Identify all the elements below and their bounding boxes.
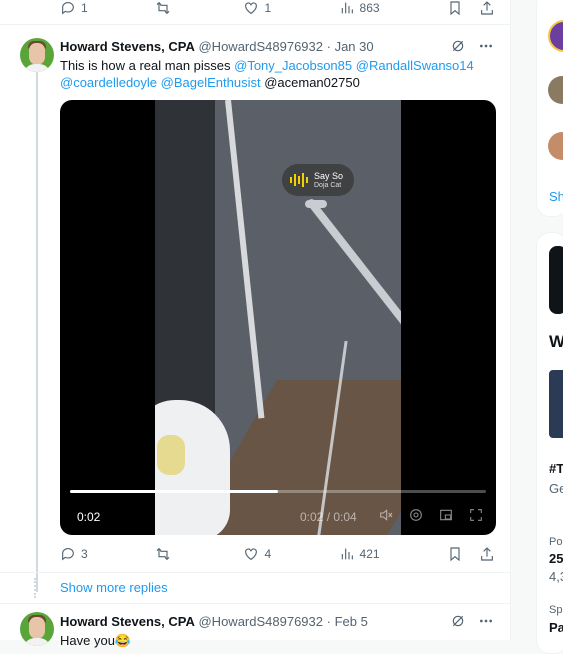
like-count: 4 [264,547,272,561]
avatar[interactable] [20,38,54,72]
video-elapsed: 0:02 [77,510,101,524]
song-title: Say So [314,170,344,181]
mention-link[interactable]: @Tony_Jacobson85 [234,58,352,73]
trend-image[interactable] [549,370,563,438]
video-controls [378,507,484,523]
sponsored-text[interactable]: Pa [549,620,563,635]
author-name[interactable]: Howard Stevens, CPA [60,39,195,54]
prev-tweet-actions: 1 1 863 [60,0,495,18]
trend-media[interactable] [549,246,563,314]
audio-bars-icon [290,173,308,187]
more-icon[interactable] [478,613,494,629]
bookmark-button[interactable] [447,0,463,16]
video-frame [155,100,401,535]
thread-line [36,72,38,592]
tweet-header: Howard Stevens, CPA @HowardS48976932 · F… [60,614,368,629]
video-progress-fill [70,490,278,493]
share-button[interactable] [479,546,495,562]
divider [0,572,510,573]
music-sticker: Say So Doja Cat [282,164,354,196]
tweet-date[interactable]: · Jan 30 [327,39,374,54]
post-subtitle: 4,3 [549,569,563,584]
divider [0,24,510,25]
like-button[interactable]: 4 [243,546,271,562]
post-count: 25 [549,551,563,566]
reply-icon [62,2,74,15]
sponsored-label: Sp [549,604,563,616]
views-count: 863 [359,1,380,15]
reply-button[interactable]: 3 [60,546,88,562]
tweet-header: Howard Stevens, CPA @HowardS48976932 · J… [60,39,374,54]
timeline-column: 1 1 863 Howard Stevens, CPA @HowardS4897… [0,0,511,648]
mention-link[interactable]: @coardelledoyle [60,75,157,90]
song-artist: Doja Cat [314,181,342,189]
views-count: 421 [359,547,380,561]
video-player[interactable]: Say So Doja Cat 0:02 0:02 / 0:04 [60,100,496,535]
more-icon[interactable] [478,38,494,54]
views-icon [341,2,353,14]
grok-icon[interactable] [450,38,466,54]
like-button[interactable]: 1 [243,0,271,16]
trends-heading: W [549,332,563,351]
video-progress-bar[interactable] [70,490,486,493]
mention-link[interactable]: @BagelEnthusist [161,75,261,90]
tweet-top-icons [450,38,494,54]
reply-button[interactable]: 1 [60,0,88,16]
trend-tag[interactable]: #T [549,461,563,476]
grok-icon[interactable] [450,613,466,629]
tweet-text-tail: @aceman02750 [264,75,360,90]
reply-count: 1 [81,1,88,15]
share-icon [481,1,493,15]
repost-icon [156,547,170,561]
like-count: 1 [264,1,272,15]
views-button[interactable]: 421 [339,546,380,562]
share-icon [481,547,493,561]
author-name[interactable]: Howard Stevens, CPA [60,614,195,629]
reply-count: 3 [81,547,88,561]
repost-icon [156,1,170,15]
tweet-text-lead: This is how a real man pisses [60,58,235,73]
mention-link[interactable]: @RandallSwanso14 [356,58,474,73]
tweet-actions: 3 4 421 [60,544,495,564]
tweet-top-icons [450,613,494,629]
share-button[interactable] [479,0,495,16]
tweet-text: Have you😂 [60,633,132,648]
trend-subtitle: Ge [549,481,563,496]
show-more-replies-link[interactable]: Show more replies [60,580,168,595]
author-handle[interactable]: @HowardS48976932 [198,614,323,629]
more-replies-dots [34,578,40,598]
divider [0,603,510,604]
video-time-display: 0:02 / 0:04 [300,510,357,524]
views-button[interactable]: 863 [339,0,380,16]
picture-in-picture-icon[interactable] [438,507,454,523]
author-handle[interactable]: @HowardS48976932 [198,39,323,54]
views-icon [341,548,353,560]
settings-gear-icon[interactable] [408,507,424,523]
bookmark-button[interactable] [447,546,463,562]
mute-icon[interactable] [378,507,394,523]
bookmark-icon [450,1,460,16]
heart-icon [245,2,258,15]
reply-icon [62,548,74,561]
repost-button[interactable] [155,0,176,16]
tweet-text: This is how a real man pisses @Tony_Jaco… [60,57,500,91]
show-more-link[interactable]: Sh [549,189,563,204]
post-label: Po [549,536,563,548]
tweet-date[interactable]: · Feb 5 [327,614,368,629]
heart-icon [245,548,258,561]
fullscreen-icon[interactable] [468,507,484,523]
repost-button[interactable] [155,546,176,562]
avatar[interactable] [20,612,54,646]
bookmark-icon [450,547,460,562]
